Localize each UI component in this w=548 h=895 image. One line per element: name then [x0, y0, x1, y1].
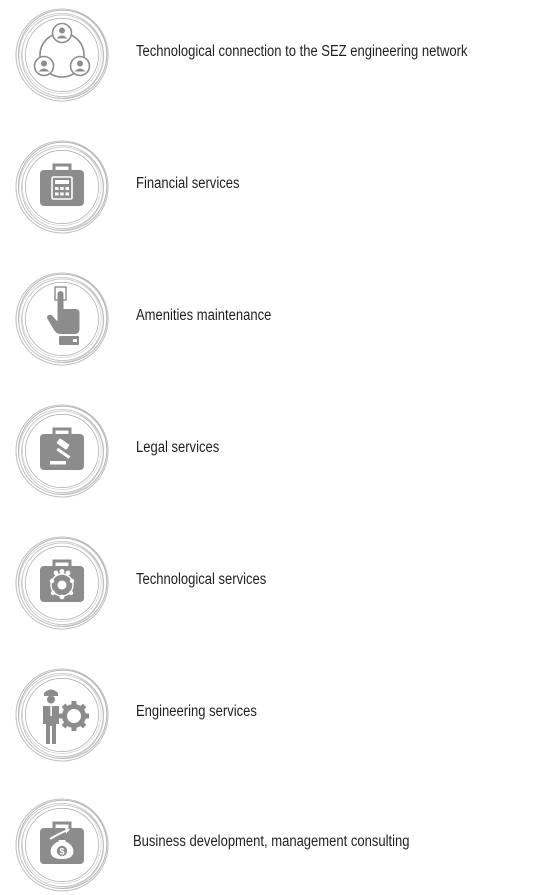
- svg-text:$: $: [59, 846, 64, 856]
- network-people-icon: [12, 5, 112, 105]
- service-label: Legal services: [136, 439, 220, 456]
- engineer-gear-icon: [12, 665, 112, 765]
- service-item-financial: Financial services: [0, 137, 548, 237]
- gavel-case-icon: [12, 401, 112, 501]
- calculator-case-icon: [12, 137, 112, 237]
- service-item-network-connection: Technological connection to the SEZ engi…: [0, 5, 548, 105]
- service-label: Business development, management consult…: [133, 833, 410, 850]
- service-label: Technological services: [136, 571, 267, 588]
- service-item-engineering: Engineering services: [0, 665, 548, 765]
- services-list: Technological connection to the SEZ engi…: [0, 0, 548, 894]
- service-item-business-development: $ Business development, management consu…: [0, 795, 548, 895]
- team-globe-case-icon: [12, 533, 112, 633]
- money-growth-case-icon: $: [12, 795, 112, 895]
- pointing-hand-icon: [12, 269, 112, 369]
- service-item-technological: Technological services: [0, 533, 548, 633]
- service-item-legal: Legal services: [0, 401, 548, 501]
- service-label: Technological connection to the SEZ engi…: [136, 43, 468, 60]
- service-label: Engineering services: [136, 703, 257, 720]
- service-item-amenities: Amenities maintenance: [0, 269, 548, 369]
- service-label: Amenities maintenance: [136, 307, 272, 324]
- service-label: Financial services: [136, 175, 240, 192]
